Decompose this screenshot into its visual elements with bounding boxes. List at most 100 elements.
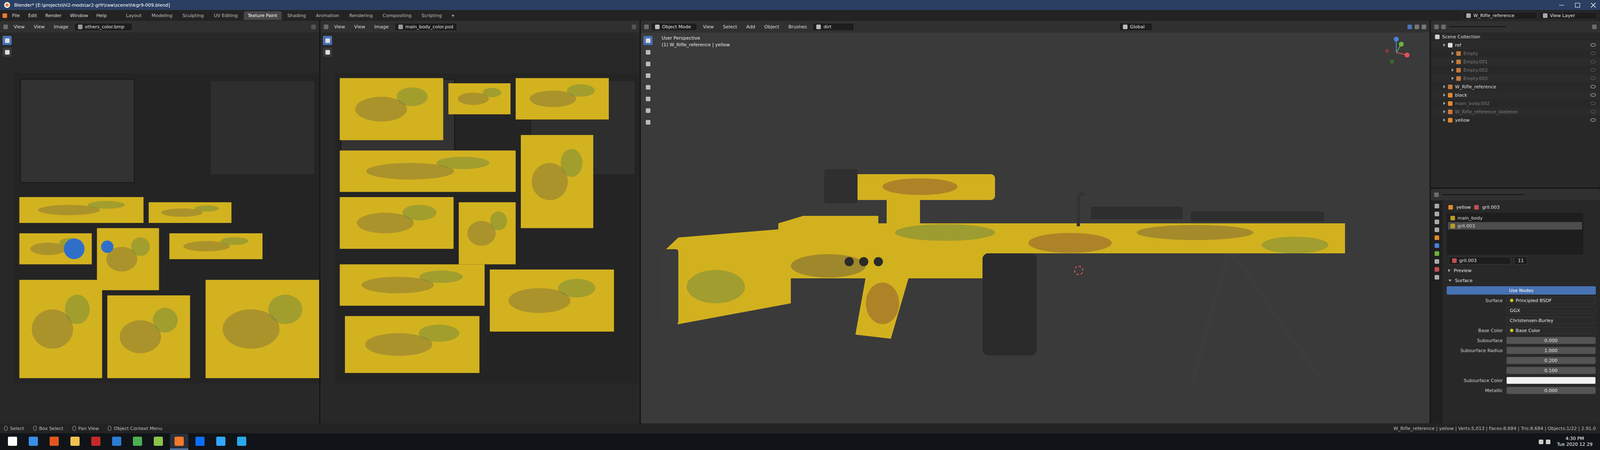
property-number[interactable]: 0.100 <box>1506 366 1596 375</box>
visibility-eye-icon[interactable] <box>1590 76 1596 80</box>
visibility-eye-icon[interactable] <box>1590 68 1596 72</box>
outliner-root[interactable]: Scene Collection <box>1430 32 1600 41</box>
property-color[interactable] <box>1506 376 1596 385</box>
use-nodes-button[interactable]: Use Nodes <box>1446 286 1596 295</box>
start-button[interactable] <box>3 433 22 450</box>
workspace-tab[interactable]: Sculpting <box>178 11 208 20</box>
outliner-row[interactable]: Empty <box>1430 49 1600 58</box>
minimize-icon[interactable] <box>1559 5 1565 6</box>
viewport-canvas[interactable]: User Perspective(1) W_Rifle_reference | … <box>640 32 1430 424</box>
outliner-row[interactable]: black <box>1430 90 1600 100</box>
3d-cursor-icon[interactable] <box>1074 265 1084 275</box>
viewport-menu[interactable]: Add <box>742 22 759 31</box>
expand-icon[interactable] <box>1443 85 1446 89</box>
add-workspace-button[interactable]: + <box>447 11 458 20</box>
properties-tab-icon[interactable] <box>1434 219 1440 225</box>
taskbar-app[interactable] <box>24 433 43 450</box>
shading-material-icon[interactable] <box>1414 24 1420 30</box>
outliner[interactable]: Scene CollectionrefEmptyEmpty.001Empty.0… <box>1430 20 1600 188</box>
expand-icon[interactable] <box>1448 279 1452 282</box>
select-tool[interactable] <box>643 35 653 45</box>
taskbar-app[interactable] <box>65 433 85 450</box>
taskbar-app[interactable] <box>45 433 64 450</box>
property-number[interactable]: 1.000 <box>1506 346 1596 355</box>
taskbar-app[interactable] <box>128 433 147 450</box>
expand-icon[interactable] <box>1448 268 1451 273</box>
visibility-eye-icon[interactable] <box>1590 60 1596 64</box>
material-slot-list[interactable]: main_bodygrll.003 <box>1446 212 1584 255</box>
taskbar-app[interactable] <box>232 433 251 450</box>
image-selector[interactable]: main_body_color.psd <box>394 22 458 31</box>
expand-icon[interactable] <box>1443 101 1446 105</box>
properties-tab-icon[interactable] <box>1434 259 1440 264</box>
header-menu[interactable]: View <box>10 22 28 31</box>
expand-icon[interactable] <box>1451 51 1454 55</box>
taskbar-app[interactable] <box>86 433 105 450</box>
visibility-eye-icon[interactable] <box>1590 118 1596 122</box>
viewport-menu[interactable]: Brushes <box>785 22 810 31</box>
shading-solid-icon[interactable] <box>1407 24 1413 30</box>
sample-tool[interactable] <box>322 47 333 57</box>
workspace-tab[interactable]: Shading <box>283 11 311 20</box>
main-menu-item[interactable]: Help <box>92 11 110 20</box>
pin-icon[interactable] <box>311 24 316 30</box>
measure-tool[interactable] <box>643 117 653 127</box>
viewport-menu[interactable]: Select <box>719 22 741 31</box>
axis-gizmo-icon[interactable] <box>1379 35 1413 70</box>
material-field[interactable]: grll.003 <box>1448 256 1511 265</box>
tray-network-icon[interactable] <box>1538 439 1544 445</box>
property-number[interactable]: 0.200 <box>1506 356 1596 365</box>
properties-tab-icon[interactable] <box>1434 203 1440 209</box>
close-icon[interactable] <box>1590 2 1596 8</box>
workspace-tab[interactable]: Rendering <box>345 11 377 20</box>
property-dropdown[interactable]: Christensen-Burley <box>1506 316 1596 325</box>
workspace-tab[interactable]: Scripting <box>417 11 446 20</box>
outliner-row[interactable]: W_Rifle_reference_skeleton <box>1430 107 1600 116</box>
visibility-eye-icon[interactable] <box>1590 110 1596 114</box>
properties-tab-icon[interactable] <box>1434 243 1440 248</box>
expand-icon[interactable] <box>1443 93 1446 97</box>
outliner-row[interactable]: ref <box>1430 40 1600 50</box>
visibility-eye-icon[interactable] <box>1590 101 1596 105</box>
visibility-eye-icon[interactable] <box>1590 85 1596 89</box>
properties-tab-icon[interactable] <box>1434 211 1440 217</box>
rotate-tool[interactable] <box>643 70 653 80</box>
taskbar-app[interactable] <box>211 433 230 450</box>
header-menu[interactable]: Image <box>370 22 392 31</box>
expand-icon[interactable] <box>1451 68 1454 72</box>
main-menu-item[interactable]: Render <box>42 11 65 20</box>
panel-section[interactable]: Preview <box>1446 266 1596 275</box>
sample-tool[interactable] <box>2 47 12 57</box>
editor-type-icon[interactable] <box>323 24 329 30</box>
material-slot[interactable]: grll.003 <box>1447 222 1583 230</box>
expand-icon[interactable] <box>1451 60 1454 64</box>
property-link[interactable]: Principled BSDF <box>1506 296 1596 305</box>
property-number[interactable]: 0.000 <box>1506 336 1596 345</box>
workspace-tab[interactable]: Modeling <box>147 11 177 20</box>
brush-selector[interactable]: dirt <box>812 22 855 31</box>
panel-section[interactable]: Surface <box>1446 276 1596 285</box>
main-menu-item[interactable]: File <box>8 11 23 20</box>
properties-tab-icon[interactable] <box>1434 275 1440 280</box>
header-menu[interactable]: View <box>30 22 48 31</box>
property-number[interactable]: 0.000 <box>1506 386 1596 395</box>
image-canvas[interactable] <box>320 32 640 424</box>
mode-selector[interactable]: Object Mode <box>651 22 698 31</box>
blender-menu-icon[interactable] <box>2 13 8 18</box>
outliner-row[interactable]: W_Rifle_reference <box>1430 82 1600 91</box>
visibility-eye-icon[interactable] <box>1590 43 1596 47</box>
viewport-menu[interactable]: Object <box>760 22 783 31</box>
properties-tab-icon[interactable] <box>1434 235 1440 240</box>
tray-volume-icon[interactable] <box>1545 439 1551 445</box>
workspace-tab[interactable]: Layout <box>121 11 146 20</box>
properties-tab-icon[interactable] <box>1434 227 1440 233</box>
transform-tool[interactable] <box>643 94 653 104</box>
taskbar-app[interactable] <box>170 433 189 450</box>
workspace-tab[interactable]: Animation <box>311 11 344 20</box>
expand-icon[interactable] <box>1443 43 1446 47</box>
3d-viewport[interactable]: Object ModeViewSelectAddObjectBrushesdir… <box>640 20 1430 424</box>
outliner-row[interactable]: Empty.001 <box>1430 57 1600 66</box>
cursor-tool[interactable] <box>643 47 653 57</box>
filter-icon[interactable] <box>1592 24 1597 30</box>
display-mode-icon[interactable] <box>1441 24 1446 30</box>
